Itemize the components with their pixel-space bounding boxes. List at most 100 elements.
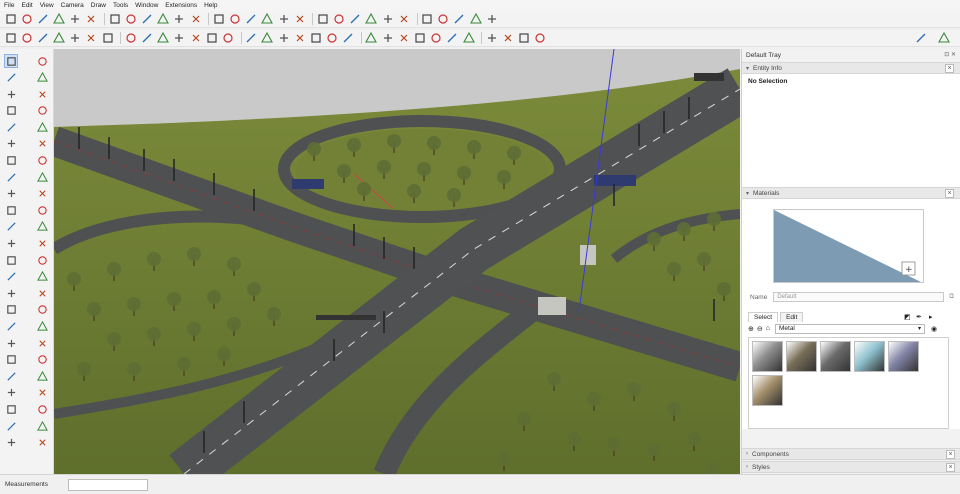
paint-icon[interactable]	[53, 32, 66, 45]
stack-icon[interactable]	[437, 13, 450, 26]
zoom-extents-icon[interactable]	[245, 32, 258, 45]
scale-icon[interactable]	[4, 187, 18, 201]
position-camera-icon[interactable]	[35, 320, 49, 334]
sparkle-icon[interactable]	[534, 32, 547, 45]
drop-icon[interactable]	[85, 13, 98, 26]
style-icon[interactable]	[277, 32, 290, 45]
layers-icon[interactable]	[469, 13, 482, 26]
menu-draw[interactable]: Draw	[91, 2, 106, 9]
duplicate-icon[interactable]: ⧉	[949, 293, 954, 301]
wrench-icon[interactable]	[365, 13, 378, 26]
warehouse-icon[interactable]	[4, 386, 18, 400]
section-icon[interactable]	[309, 32, 322, 45]
view-right-icon[interactable]	[414, 32, 427, 45]
line-pencil-icon[interactable]	[35, 54, 49, 68]
styles-header[interactable]: › Styles ×	[742, 461, 960, 473]
material-swatch-metal-steel[interactable]	[752, 341, 783, 372]
add-circle-icon[interactable]	[333, 13, 346, 26]
text-icon[interactable]	[35, 220, 49, 234]
view-left-icon[interactable]	[446, 32, 459, 45]
3d-text-icon[interactable]	[35, 237, 49, 251]
view-front-icon[interactable]	[397, 32, 410, 45]
pentagon-icon[interactable]	[189, 13, 202, 26]
material-swatch-metal-aqua[interactable]	[854, 341, 885, 372]
drop-icon[interactable]	[108, 13, 121, 26]
model-viewport[interactable]	[54, 49, 740, 474]
tape-icon[interactable]	[4, 203, 18, 217]
zoom-window-icon[interactable]	[35, 270, 49, 284]
previous-view-icon[interactable]	[35, 286, 49, 300]
menu-help[interactable]: Help	[204, 2, 217, 9]
circle-icon[interactable]	[53, 13, 66, 26]
material-swatch-metal-gold[interactable]	[752, 375, 783, 406]
protractor-icon[interactable]	[35, 87, 49, 101]
add-detail-icon[interactable]	[4, 369, 18, 383]
styles-icon[interactable]	[4, 419, 18, 433]
viewport-scene[interactable]	[54, 49, 740, 474]
view-top-icon[interactable]	[381, 32, 394, 45]
style-icon[interactable]	[261, 32, 274, 45]
tab-edit[interactable]: Edit	[780, 312, 804, 322]
walk-icon[interactable]	[35, 303, 49, 317]
hexagon-icon[interactable]	[245, 13, 258, 26]
display-secondary-icon[interactable]: ◩	[904, 313, 911, 321]
add-collection-icon[interactable]: ◉	[931, 325, 937, 333]
pan-icon[interactable]	[35, 253, 49, 267]
drop-icon[interactable]	[141, 13, 154, 26]
tray-controls-icon[interactable]: ⊡ ✕	[944, 51, 956, 58]
sandbox-icon[interactable]	[4, 336, 18, 350]
scale-icon[interactable]	[141, 32, 154, 45]
extension-icon[interactable]	[35, 386, 49, 400]
pentagon-icon[interactable]	[69, 13, 82, 26]
details-icon[interactable]: ▸	[929, 313, 933, 321]
rect-icon[interactable]	[85, 32, 98, 45]
zoom-icon[interactable]	[221, 32, 234, 45]
scenes-icon[interactable]	[35, 419, 49, 433]
freehand-icon[interactable]	[4, 104, 18, 118]
search-icon[interactable]	[4, 32, 17, 45]
close-icon[interactable]: ×	[945, 189, 954, 198]
section-plane-icon[interactable]	[4, 303, 18, 317]
back-icon[interactable]: ⊕	[748, 325, 754, 333]
close-icon[interactable]: ×	[946, 463, 955, 472]
image-icon[interactable]	[462, 32, 475, 45]
arrow-target-icon[interactable]	[485, 13, 498, 26]
rotated-rect-icon[interactable]	[35, 120, 49, 134]
follow-me-icon[interactable]	[35, 154, 49, 168]
circle-icon[interactable]	[4, 137, 18, 151]
pushpull-icon[interactable]	[4, 154, 18, 168]
stack-icon[interactable]	[453, 13, 466, 26]
hexagon-icon[interactable]	[277, 13, 290, 26]
dimension-icon[interactable]	[35, 203, 49, 217]
menu-window[interactable]: Window	[135, 2, 158, 9]
pan-icon[interactable]	[205, 32, 218, 45]
point-icon[interactable]	[293, 13, 306, 26]
drop-icon[interactable]	[124, 13, 137, 26]
document-icon[interactable]	[914, 32, 927, 45]
protractor-icon[interactable]	[4, 220, 18, 234]
material-name-field[interactable]: Default	[773, 292, 945, 302]
component-icon[interactable]	[35, 402, 49, 416]
move-icon[interactable]	[4, 170, 18, 184]
move-icon[interactable]	[101, 32, 114, 45]
drop-icon[interactable]	[157, 13, 170, 26]
hexagon-icon[interactable]	[212, 13, 225, 26]
open-icon[interactable]	[4, 13, 17, 26]
shadow-icon[interactable]	[4, 436, 18, 450]
stack-icon[interactable]	[381, 13, 394, 26]
layer-icon[interactable]	[4, 402, 18, 416]
eraser-icon[interactable]	[35, 71, 49, 85]
hand-icon[interactable]	[316, 13, 329, 26]
stamp-icon[interactable]	[4, 353, 18, 367]
material-category-dropdown[interactable]: Metal ▾	[774, 323, 925, 334]
rotate-icon[interactable]	[124, 32, 137, 45]
camera-icon[interactable]	[342, 32, 355, 45]
line-icon[interactable]	[349, 13, 362, 26]
offset-icon[interactable]	[35, 187, 49, 201]
pushpull-icon[interactable]	[157, 32, 170, 45]
polygon-icon[interactable]	[35, 137, 49, 151]
arc-icon[interactable]	[35, 104, 49, 118]
menu-view[interactable]: View	[40, 2, 54, 9]
style-icon[interactable]	[293, 32, 306, 45]
drop-icon[interactable]	[173, 13, 186, 26]
